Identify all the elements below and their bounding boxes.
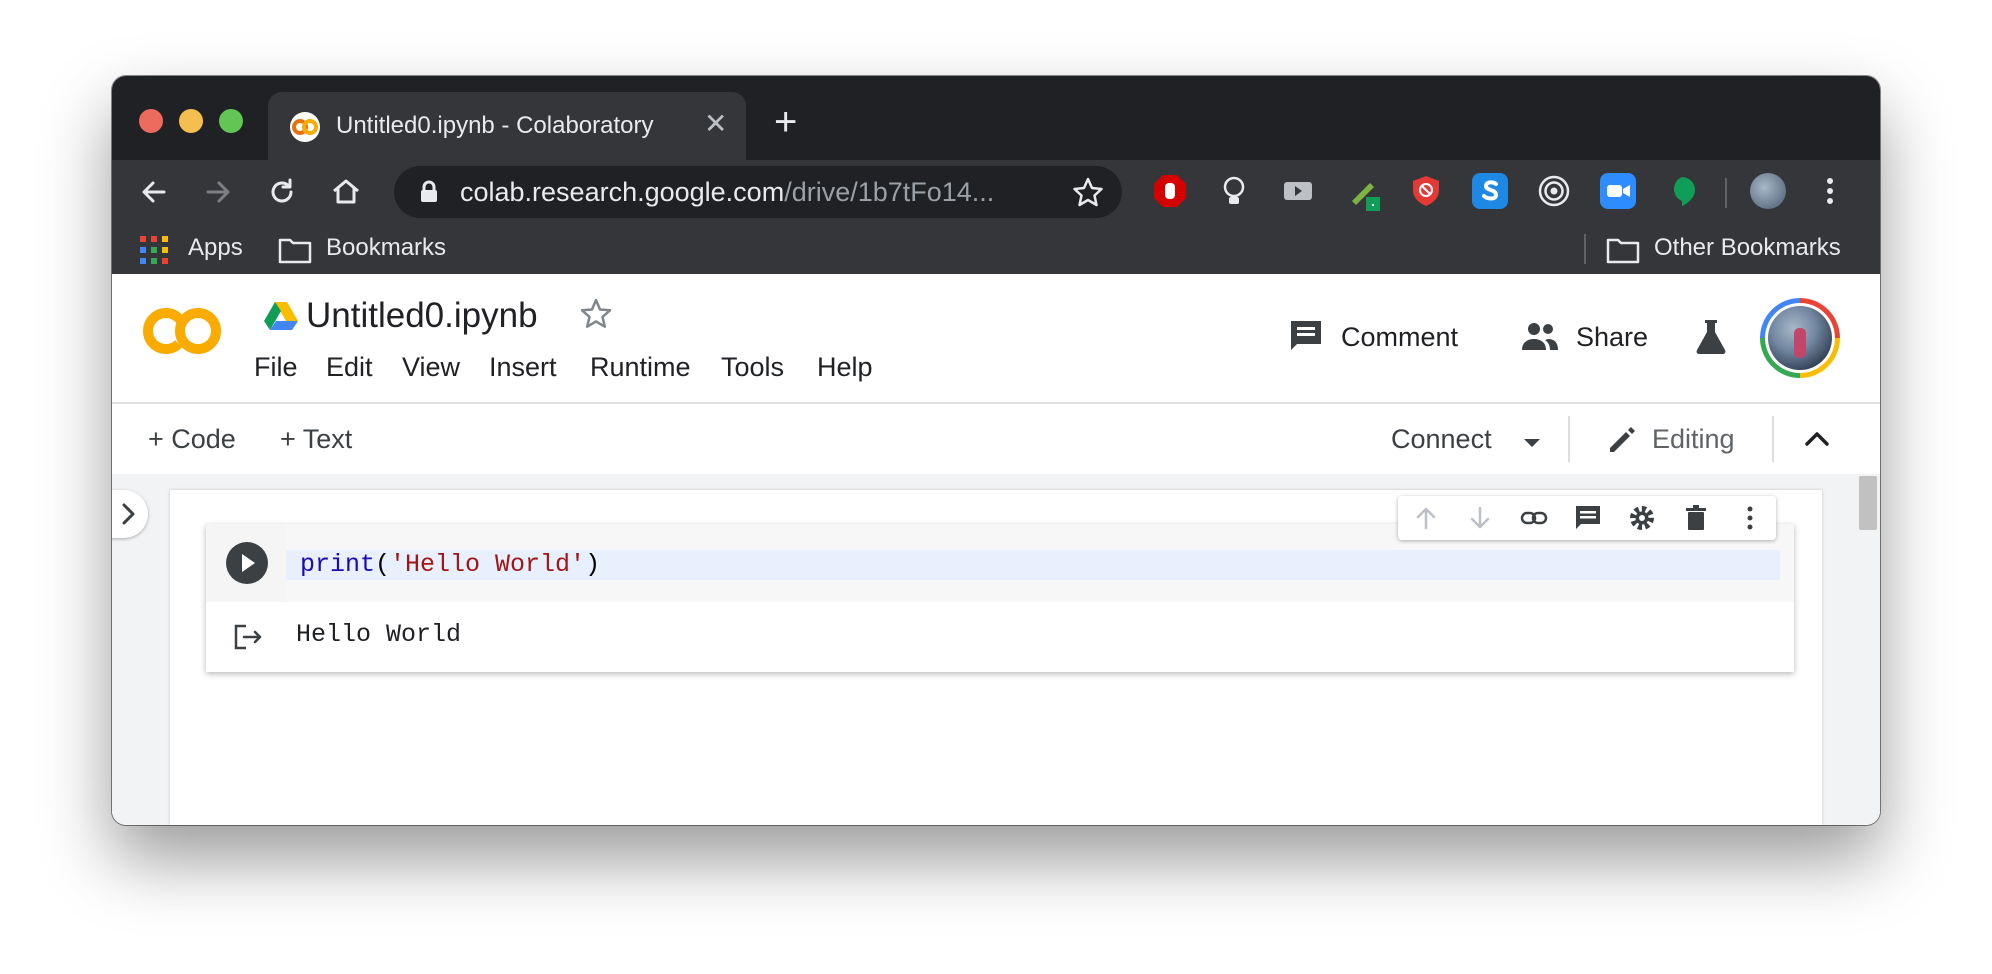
- sidebar-toggle-button[interactable]: [112, 490, 148, 538]
- bookmarks-bar: Apps Bookmarks Other Bookmarks: [112, 224, 1880, 274]
- code-line[interactable]: print('Hello World'): [286, 550, 1780, 580]
- back-icon[interactable]: [134, 172, 174, 212]
- comment-cell-icon[interactable]: [1574, 504, 1602, 532]
- eyedropper-icon[interactable]: [1344, 173, 1380, 211]
- code-cell[interactable]: print('Hello World') Hello World: [206, 496, 1794, 672]
- toolbar-divider: [1772, 416, 1774, 462]
- add-text-button[interactable]: + Text: [280, 424, 352, 455]
- add-code-button[interactable]: + Code: [148, 424, 236, 455]
- move-cell-down-icon[interactable]: [1466, 504, 1494, 532]
- browser-tab-active[interactable]: Untitled0.ipynb - Colaboratory ✕: [268, 92, 746, 160]
- play-icon: [242, 554, 255, 572]
- target-icon[interactable]: [1536, 173, 1572, 209]
- close-window-button[interactable]: [139, 109, 163, 133]
- video-icon[interactable]: [1280, 173, 1316, 209]
- chevron-right-icon: [122, 503, 135, 525]
- bookmark-apps[interactable]: Apps: [188, 234, 243, 262]
- colab-favicon-icon: [290, 112, 320, 142]
- avatar-photo: [1768, 306, 1832, 370]
- cell-settings-gear-icon[interactable]: [1628, 504, 1656, 532]
- bulb-icon[interactable]: [1216, 173, 1252, 209]
- lock-icon[interactable]: [418, 178, 440, 211]
- tab-strip: Untitled0.ipynb - Colaboratory ✕ +: [112, 76, 1880, 160]
- bookmark-folder-bookmarks[interactable]: Bookmarks: [326, 234, 446, 262]
- menu-runtime[interactable]: Runtime: [590, 352, 691, 383]
- bookmark-other[interactable]: Other Bookmarks: [1654, 234, 1841, 262]
- notebook-workspace: print('Hello World') Hello World: [112, 474, 1880, 825]
- cell-more-options-icon[interactable]: [1736, 504, 1764, 532]
- share-people-icon[interactable]: [1520, 320, 1560, 357]
- comment-button[interactable]: Comment: [1341, 322, 1458, 353]
- comment-icon[interactable]: [1288, 318, 1324, 359]
- forward-icon[interactable]: [198, 172, 238, 212]
- toolbar-divider: [1568, 416, 1570, 462]
- notebook-star-icon[interactable]: [578, 296, 614, 337]
- google-drive-icon[interactable]: [264, 300, 298, 335]
- browser-menu-icon[interactable]: [1812, 173, 1848, 209]
- delete-cell-trash-icon[interactable]: [1682, 504, 1710, 532]
- browser-window: Untitled0.ipynb - Colaboratory ✕ + colab…: [112, 76, 1880, 825]
- new-tab-button[interactable]: +: [774, 102, 797, 142]
- url-text: colab.research.google.com/drive/1b7tFo14…: [460, 177, 995, 207]
- menu-help[interactable]: Help: [817, 352, 873, 383]
- menu-insert[interactable]: Insert: [489, 352, 557, 383]
- hangouts-icon[interactable]: [1664, 173, 1700, 209]
- folder-icon: [278, 236, 312, 269]
- menu-file[interactable]: File: [254, 352, 298, 383]
- zoom-icon[interactable]: [1600, 173, 1636, 209]
- home-icon[interactable]: [326, 172, 366, 212]
- output-redirect-icon[interactable]: [232, 622, 264, 657]
- cell-output-text: Hello World: [296, 620, 462, 649]
- other-bookmarks-folder-icon: [1606, 236, 1640, 269]
- skype-icon[interactable]: [1472, 173, 1508, 209]
- scrollbar-thumb[interactable]: [1859, 476, 1877, 530]
- collapse-header-icon[interactable]: [1804, 428, 1830, 455]
- desktop-background: Untitled0.ipynb - Colaboratory ✕ + colab…: [0, 0, 1992, 974]
- maximize-window-button[interactable]: [219, 109, 243, 133]
- account-avatar[interactable]: [1760, 298, 1840, 378]
- shield-block-icon[interactable]: [1408, 173, 1444, 209]
- minimize-window-button[interactable]: [179, 109, 203, 133]
- pencil-icon: [1606, 424, 1638, 461]
- adblock-hand-icon[interactable]: [1152, 173, 1188, 209]
- share-button[interactable]: Share: [1576, 322, 1648, 353]
- apps-grid-icon[interactable]: [140, 236, 168, 269]
- menu-edit[interactable]: Edit: [326, 352, 373, 383]
- menu-tools[interactable]: Tools: [721, 352, 784, 383]
- flask-icon[interactable]: [1694, 318, 1728, 359]
- cell-actions-toolbar: [1398, 496, 1776, 540]
- cell-gutter: [206, 524, 286, 602]
- vertical-scrollbar[interactable]: [1856, 474, 1880, 825]
- tab-title: Untitled0.ipynb - Colaboratory: [336, 112, 654, 139]
- profile-avatar[interactable]: [1750, 173, 1786, 209]
- code-text: print('Hello World'): [300, 550, 601, 579]
- notebook-title[interactable]: Untitled0.ipynb: [306, 296, 538, 336]
- colab-logo[interactable]: [140, 304, 224, 363]
- menu-view[interactable]: View: [402, 352, 460, 383]
- bookmarks-divider: [1584, 234, 1586, 264]
- colab-header: Untitled0.ipynb File Edit View Insert Ru…: [112, 274, 1880, 404]
- move-cell-up-icon[interactable]: [1412, 504, 1440, 532]
- notebook-toolbar: + Code + Text Connect Editing: [112, 404, 1880, 474]
- bookmark-star-icon[interactable]: [1070, 174, 1106, 215]
- link-icon[interactable]: [1520, 504, 1548, 532]
- toolbar-divider: [1725, 178, 1727, 208]
- run-cell-button[interactable]: [226, 542, 268, 584]
- address-bar[interactable]: colab.research.google.com/drive/1b7tFo14…: [394, 166, 1122, 218]
- browser-toolbar: colab.research.google.com/drive/1b7tFo14…: [112, 160, 1880, 224]
- tab-close-icon[interactable]: ✕: [704, 110, 727, 138]
- connect-button[interactable]: Connect: [1391, 424, 1492, 455]
- reload-icon[interactable]: [262, 172, 302, 212]
- connect-dropdown-icon[interactable]: [1522, 436, 1542, 454]
- editing-mode-label[interactable]: Editing: [1652, 424, 1735, 455]
